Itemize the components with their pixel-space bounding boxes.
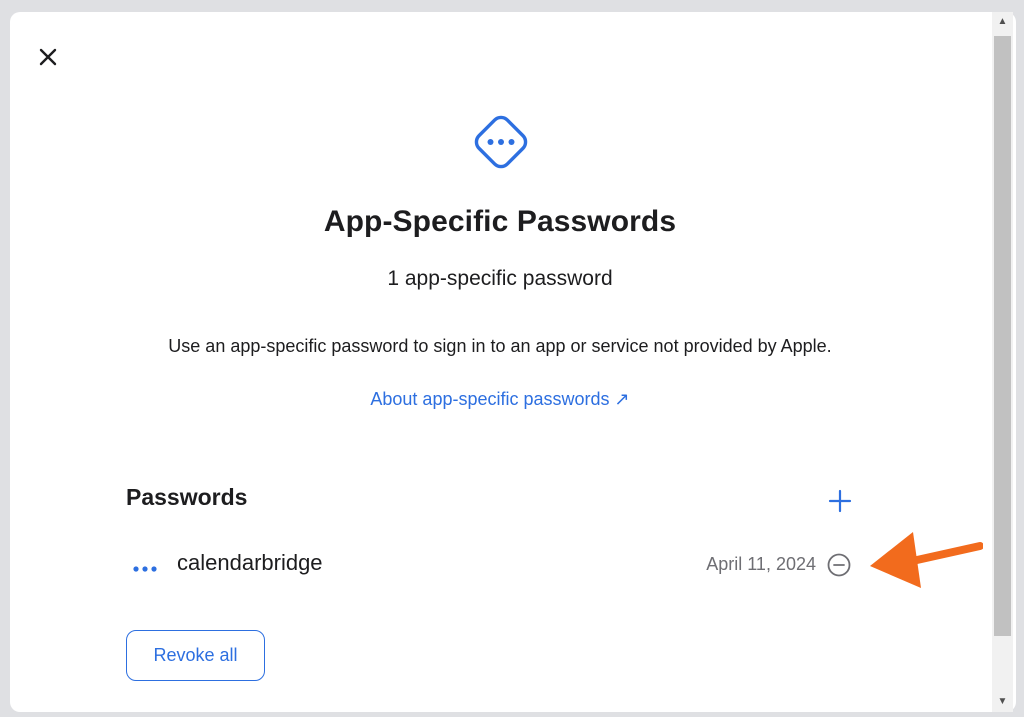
password-count: 1 app-specific password [387,267,613,290]
scroll-down-button[interactable]: ▼ [992,692,1013,712]
password-row: calendarbridge April 11, 2024 [126,544,866,584]
scroll-up-button[interactable]: ▲ [992,12,1013,32]
vertical-scrollbar[interactable]: ▲ ▼ [992,12,1013,712]
password-date: April 11, 2024 [706,554,816,574]
about-app-specific-passwords-link[interactable]: About app-specific passwords ↗ [10,389,990,410]
annotation-arrow-icon [870,532,983,588]
plus-icon [828,489,852,513]
password-menu-button[interactable] [132,560,158,572]
close-button[interactable] [36,45,60,69]
app-specific-passwords-dialog: App-Specific Passwords 1 app-specific pa… [10,12,1016,712]
add-password-button[interactable] [828,489,852,513]
passwords-section-title: Passwords [126,484,248,510]
remove-password-button[interactable] [826,552,852,578]
minus-circle-icon [827,553,851,577]
close-icon [39,48,57,66]
more-dots-icon [133,566,157,572]
revoke-all-button[interactable]: Revoke all [126,630,265,681]
scroll-thumb[interactable] [994,36,1011,636]
ellipsis-diamond-icon [465,106,537,178]
password-name: calendarbridge [177,550,323,575]
dialog-title: App-Specific Passwords [323,205,677,238]
dialog-description: Use an app-specific password to sign in … [168,336,832,356]
